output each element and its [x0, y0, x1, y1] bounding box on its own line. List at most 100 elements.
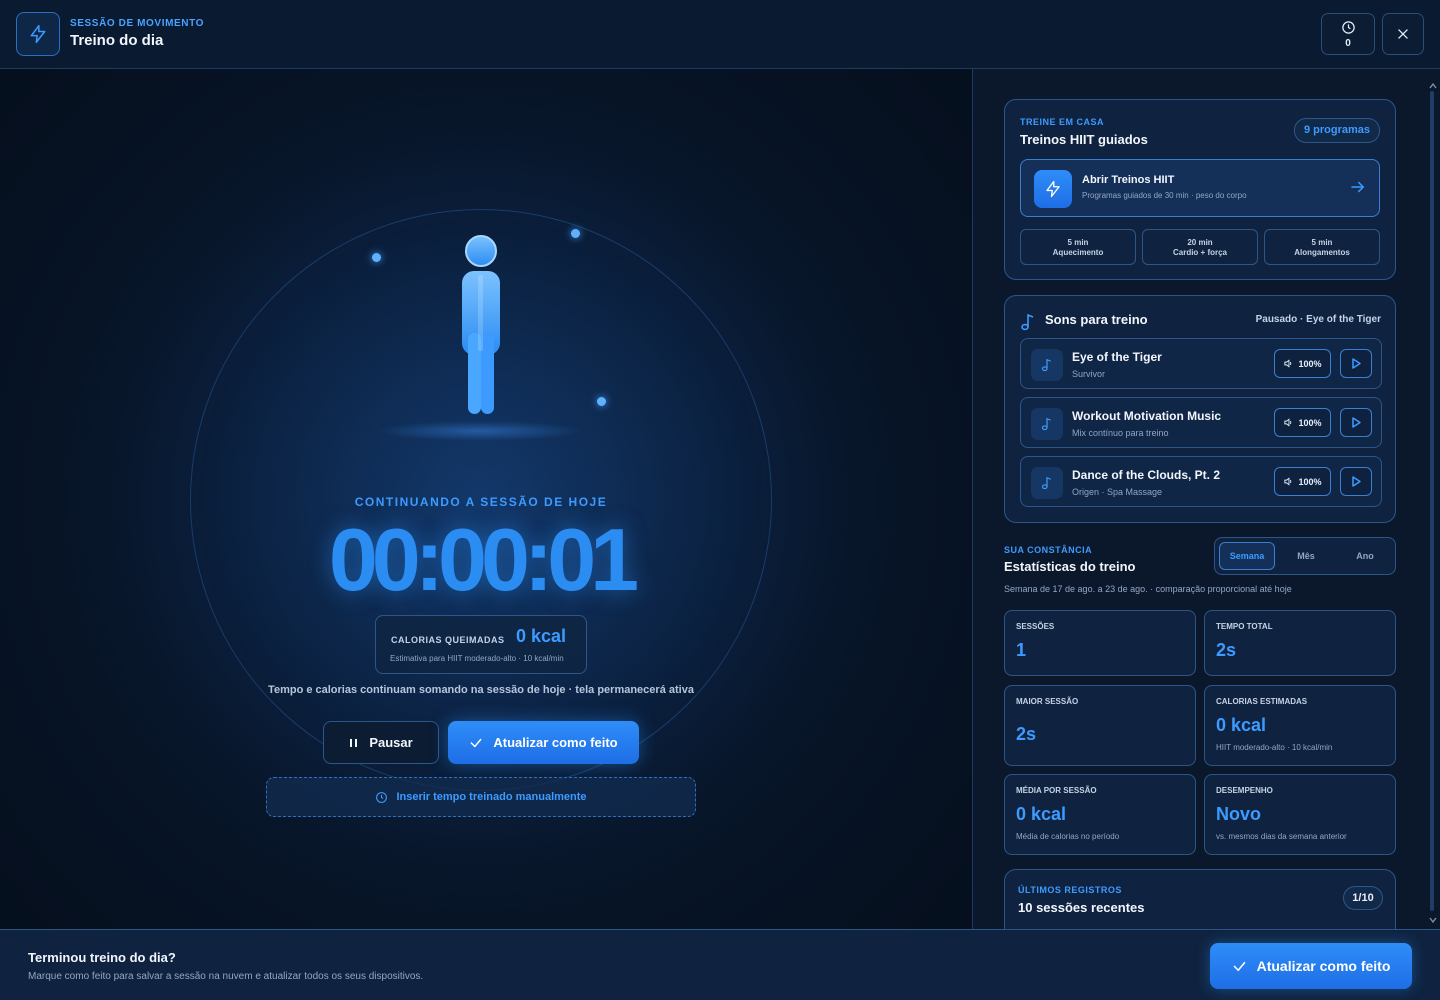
sounds-title: Sons para treino — [1045, 312, 1148, 327]
session-note: Tempo e calorias continuam somando na se… — [268, 684, 694, 696]
stat-value: 2s — [1216, 640, 1237, 660]
stat-value: 0 kcal — [1216, 715, 1267, 735]
manual-time-label: Inserir tempo treinado manualmente — [396, 791, 587, 803]
chip-duration: 5 min — [1067, 238, 1089, 247]
sounds-card: Sons para treino Pausado · Eye of the Ti… — [1004, 295, 1396, 523]
play-icon — [1352, 358, 1361, 369]
stats-period-note: Semana de 17 de ago. a 23 de ago. · comp… — [1004, 584, 1292, 594]
mark-done-button[interactable]: Atualizar como feito — [448, 721, 639, 764]
open-hiit-button[interactable]: Abrir Treinos HIIT Programas guiados de … — [1020, 159, 1380, 217]
session-stage: CONTINUANDO A SESSÃO DE HOJE 00:00:01 CA… — [0, 69, 972, 929]
volume-button[interactable]: 100% — [1274, 467, 1331, 496]
track-item[interactable]: Dance of the Clouds, Pt. 2 Origen · Spa … — [1020, 456, 1382, 507]
stat-label: CALORIAS ESTIMADAS — [1216, 697, 1308, 706]
open-hiit-title: Abrir Treinos HIIT — [1082, 174, 1175, 186]
check-icon — [470, 738, 482, 747]
stat-sub: Média de calorias no período — [1016, 832, 1120, 841]
play-button[interactable] — [1340, 349, 1372, 378]
manual-time-button[interactable]: Inserir tempo treinado manualmente — [266, 777, 696, 817]
stat-value: 0 kcal — [1016, 804, 1067, 824]
chip-label: Alongamentos — [1294, 248, 1350, 257]
chip-stretch[interactable]: 5 min Alongamentos — [1264, 229, 1380, 265]
header-kicker: SESSÃO DE MOVIMENTO — [70, 18, 205, 29]
period-month[interactable]: Mês — [1278, 542, 1334, 570]
bolt-icon — [1034, 170, 1072, 208]
chip-warmup[interactable]: 5 min Aquecimento — [1020, 229, 1136, 265]
period-switcher: Semana Mês Ano — [1214, 537, 1396, 575]
recent-page-badge: 1/10 — [1343, 886, 1383, 910]
period-week[interactable]: Semana — [1219, 542, 1275, 570]
stat-label: SESSÕES — [1016, 622, 1055, 631]
stat-longest-session: MAIOR SESSÃO 2s — [1004, 685, 1196, 766]
page-title: Treino do dia — [70, 32, 164, 49]
hiit-card: TREINE EM CASA Treinos HIIT guiados 9 pr… — [1004, 99, 1396, 280]
calories-card: CALORIAS QUEIMADAS 0 kcal Estimativa par… — [375, 615, 587, 674]
footer-mark-done-button[interactable]: Atualizar como feito — [1210, 943, 1412, 989]
track-artist: Origen · Spa Massage — [1072, 487, 1163, 497]
programs-badge: 9 programas — [1294, 118, 1380, 143]
play-icon — [1352, 417, 1361, 428]
pause-button[interactable]: Pausar — [323, 721, 439, 764]
speaker-icon — [1284, 418, 1292, 427]
clock-icon — [1341, 20, 1355, 34]
history-count: 0 — [1345, 37, 1351, 49]
play-button[interactable] — [1340, 408, 1372, 437]
figure-shadow — [375, 421, 585, 441]
calories-value: 0 kcal — [516, 626, 567, 646]
mark-done-label: Atualizar como feito — [493, 735, 618, 750]
stat-total-time: TEMPO TOTAL 2s — [1204, 610, 1396, 676]
stat-value: Novo — [1216, 804, 1261, 824]
stat-value: 1 — [1016, 640, 1027, 660]
play-button[interactable] — [1340, 467, 1372, 496]
stat-label: TEMPO TOTAL — [1216, 622, 1273, 631]
decor-dot — [571, 229, 580, 238]
history-button[interactable]: 0 — [1321, 13, 1375, 55]
period-year[interactable]: Ano — [1337, 542, 1393, 570]
volume-value: 100% — [1298, 358, 1322, 369]
check-icon — [1233, 961, 1245, 971]
track-artist: Survivor — [1072, 369, 1106, 379]
volume-button[interactable]: 100% — [1274, 349, 1331, 378]
music-note-icon — [1031, 408, 1063, 440]
track-name: Dance of the Clouds, Pt. 2 — [1072, 468, 1221, 482]
volume-value: 100% — [1298, 476, 1322, 487]
recent-kicker: ÚLTIMOS REGISTROS — [1018, 885, 1122, 895]
elapsed-timer: 00:00:01 — [328, 510, 639, 609]
speaker-icon — [1284, 477, 1292, 486]
top-bar: SESSÃO DE MOVIMENTO Treino do dia 0 — [0, 0, 1440, 69]
stat-sub: vs. mesmos dias da semana anterior — [1216, 832, 1347, 841]
music-note-icon — [1031, 349, 1063, 381]
decor-dot — [597, 397, 606, 406]
music-note-icon — [1021, 313, 1034, 331]
track-artist: Mix contínuo para treino — [1072, 428, 1169, 438]
scroll-down-icon[interactable] — [1429, 917, 1437, 923]
pause-label: Pausar — [369, 735, 413, 750]
chip-duration: 5 min — [1311, 238, 1333, 247]
stat-performance: DESEMPENHO Novo vs. mesmos dias da seman… — [1204, 774, 1396, 855]
panel-scrollbar[interactable] — [1430, 91, 1434, 911]
stat-sub: HIIT moderado-alto · 10 kcal/min — [1216, 743, 1333, 752]
bolt-logo — [16, 12, 60, 56]
calories-note: Estimativa para HIIT moderado-alto · 10 … — [390, 654, 564, 663]
chip-label: Cardio + força — [1172, 248, 1227, 257]
clock-icon — [376, 791, 388, 803]
side-panel[interactable]: TREINE EM CASA Treinos HIIT guiados 9 pr… — [972, 69, 1440, 929]
volume-button[interactable]: 100% — [1274, 408, 1331, 437]
close-button[interactable] — [1382, 13, 1424, 55]
person-figure-icon — [462, 235, 500, 414]
track-name: Workout Motivation Music — [1072, 409, 1222, 423]
track-item[interactable]: Workout Motivation Music Mix contínuo pa… — [1020, 397, 1382, 448]
recent-card: ÚLTIMOS REGISTROS 10 sessões recentes 1/… — [1004, 869, 1396, 929]
track-name: Eye of the Tiger — [1072, 350, 1162, 364]
scroll-up-icon[interactable] — [1429, 83, 1437, 89]
chip-duration: 20 min — [1187, 238, 1213, 247]
calories-label: CALORIAS QUEIMADAS — [391, 635, 505, 645]
footer-bar: Terminou treino do dia? Marque como feit… — [0, 929, 1440, 1000]
track-item[interactable]: Eye of the Tiger Survivor 100% — [1020, 338, 1382, 389]
open-hiit-sub: Programas guiados de 30 min · peso do co… — [1082, 191, 1247, 200]
play-icon — [1352, 476, 1361, 487]
stat-value: 2s — [1016, 724, 1037, 744]
hiit-kicker: TREINE EM CASA — [1020, 117, 1105, 127]
chip-cardio[interactable]: 20 min Cardio + força — [1142, 229, 1258, 265]
stat-label: MAIOR SESSÃO — [1016, 697, 1079, 706]
